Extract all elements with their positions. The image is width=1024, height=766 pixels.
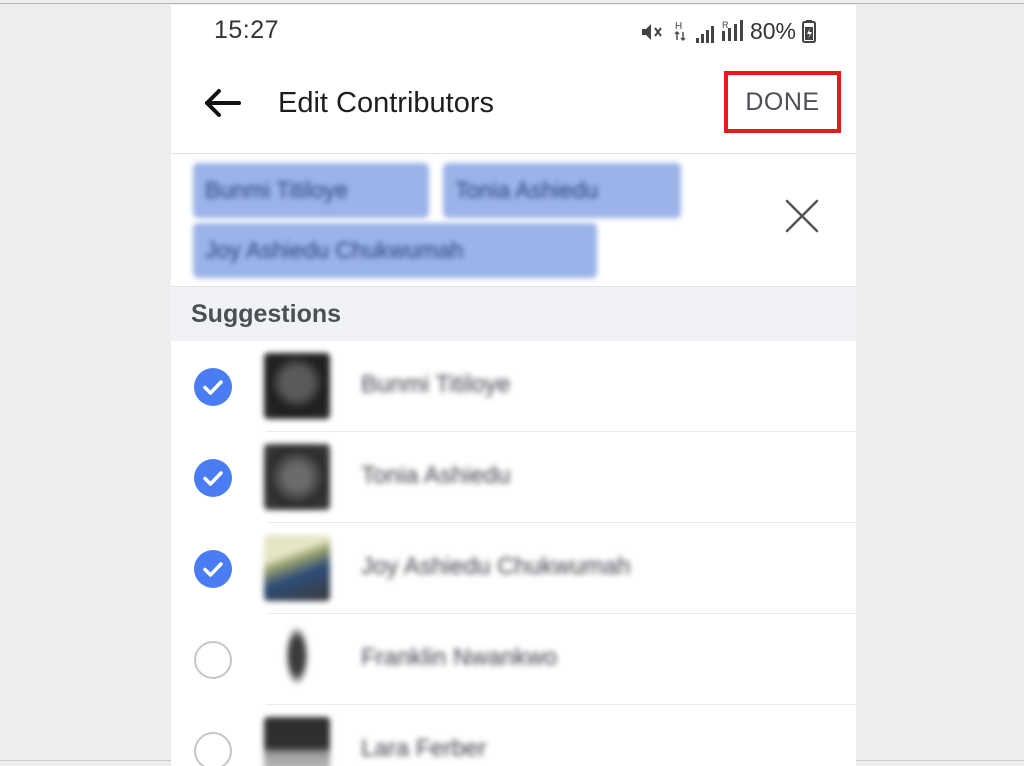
contributor-chip[interactable]: Joy Ashiedu Chukwumah [193, 223, 597, 278]
avatar [264, 626, 330, 692]
roaming-signal-icon: R [720, 19, 744, 43]
suggestions-title: Suggestions [191, 300, 342, 328]
list-item[interactable]: Lara Ferber [171, 705, 856, 766]
checkmark-icon [203, 562, 223, 577]
contact-name: Tonia Ashiedu [361, 462, 511, 489]
suggestions-header: Suggestions [171, 286, 856, 342]
contributor-chip[interactable]: Bunmi Titiloye [193, 163, 429, 218]
signal-icon [695, 21, 714, 43]
avatar [264, 717, 330, 766]
contact-name: Bunmi Titiloye [361, 371, 511, 398]
list-item[interactable]: Joy Ashiedu Chukwumah [171, 523, 856, 614]
svg-text:R: R [722, 20, 729, 30]
network-type-icon: H [672, 21, 690, 43]
checkbox-unchecked[interactable] [194, 732, 232, 766]
phone-screen: 15:27 H R 80% Edit Contributors DONE Bun… [171, 5, 856, 766]
list-item[interactable]: Bunmi Titiloye [171, 341, 856, 432]
status-icons: H R 80% [640, 18, 816, 45]
battery-icon [802, 19, 816, 43]
list-item[interactable]: Tonia Ashiedu [171, 432, 856, 523]
avatar [264, 444, 330, 510]
selected-contributors[interactable]: Bunmi Titiloye Tonia Ashiedu Joy Ashiedu… [171, 154, 856, 285]
contact-name: Joy Ashiedu Chukwumah [361, 553, 631, 580]
avatar [264, 353, 330, 419]
top-divider [0, 3, 1024, 4]
checkmark-icon [203, 471, 223, 486]
checkbox-checked[interactable] [194, 550, 232, 588]
status-bar: 15:27 H R 80% [171, 5, 856, 57]
clear-button[interactable] [782, 196, 822, 236]
svg-text:H: H [675, 21, 682, 32]
back-button[interactable] [201, 83, 245, 123]
back-arrow-icon [205, 89, 241, 117]
done-button[interactable]: DONE [724, 71, 841, 133]
contact-name: Lara Ferber [361, 735, 487, 762]
app-bar: Edit Contributors DONE [171, 57, 856, 154]
checkbox-checked[interactable] [194, 459, 232, 497]
checkmark-icon [203, 380, 223, 395]
avatar [264, 535, 330, 601]
checkbox-unchecked[interactable] [194, 641, 232, 679]
battery-percent: 80% [749, 18, 796, 44]
mute-icon [640, 21, 666, 43]
checkbox-checked[interactable] [194, 368, 232, 406]
page-title: Edit Contributors [278, 87, 494, 119]
close-icon [785, 199, 819, 233]
list-item[interactable]: Franklin Nwankwo [171, 614, 856, 705]
status-time: 15:27 [214, 16, 280, 44]
contributor-chip[interactable]: Tonia Ashiedu [443, 163, 681, 218]
contact-name: Franklin Nwankwo [361, 644, 558, 671]
